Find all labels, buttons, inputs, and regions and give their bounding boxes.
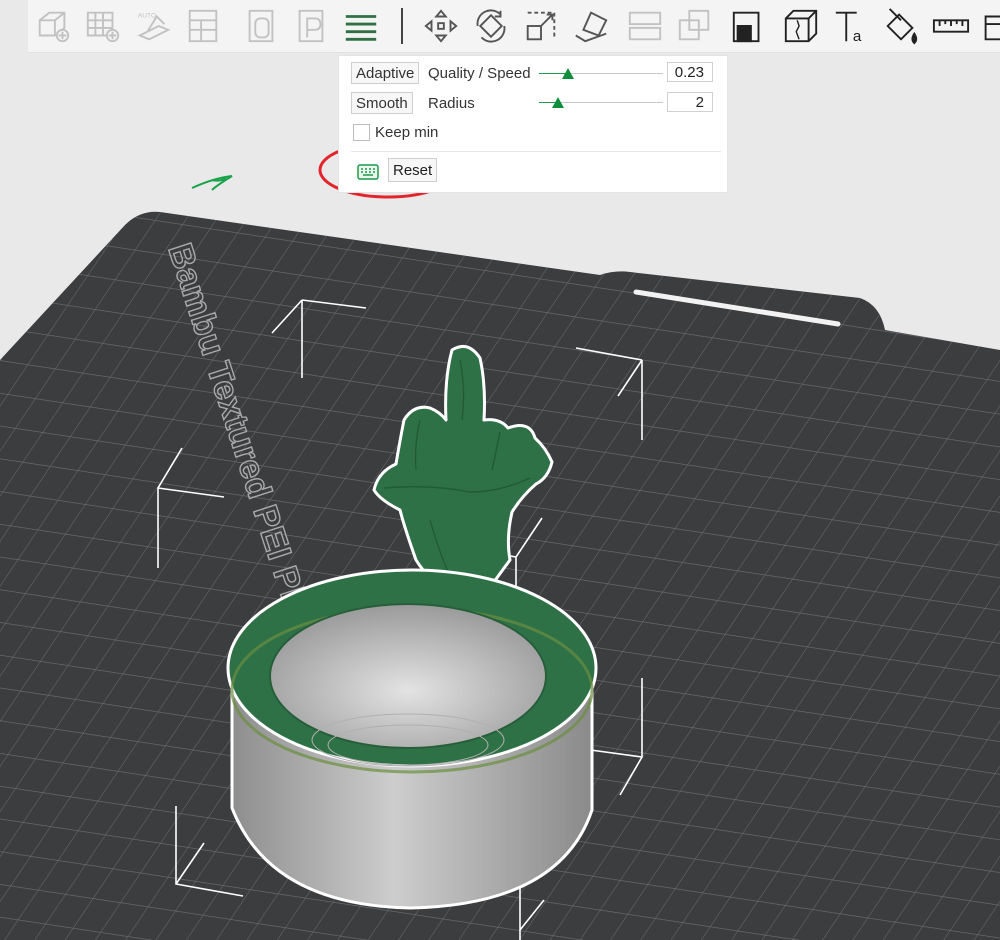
green-scribble xyxy=(191,175,233,191)
radius-value[interactable]: 2 xyxy=(667,92,713,112)
quality-speed-label: Quality / Speed xyxy=(428,65,531,82)
move-icon[interactable] xyxy=(420,4,462,48)
quality-speed-slider[interactable] xyxy=(539,68,663,80)
support-paint-icon[interactable] xyxy=(780,4,822,48)
text-icon[interactable]: a xyxy=(830,4,872,48)
keep-min-label: Keep min xyxy=(375,124,439,141)
ring-base xyxy=(226,568,598,910)
lay-on-face-icon[interactable] xyxy=(570,4,612,48)
add-cube-icon[interactable] xyxy=(32,4,74,48)
assembly-icon[interactable] xyxy=(976,4,1000,48)
arrange-icon[interactable] xyxy=(182,4,224,48)
measure-icon[interactable] xyxy=(930,4,972,48)
toolbar-separator xyxy=(401,8,403,44)
mesh-boolean-icon[interactable] xyxy=(674,4,716,48)
rotate-icon[interactable] xyxy=(470,4,512,48)
adaptive-button[interactable]: Adaptive xyxy=(351,62,420,84)
top-toolbar: AUTO a xyxy=(28,0,1000,53)
color-paint-icon[interactable] xyxy=(880,4,922,48)
scale-icon[interactable] xyxy=(520,4,562,48)
plate-zero-icon[interactable] xyxy=(240,4,282,48)
variable-layer-height-panel: Adaptive Quality / Speed 0.23 Smooth Rad… xyxy=(338,55,728,193)
keyboard-icon[interactable] xyxy=(357,164,379,180)
radius-slider-thumb[interactable] xyxy=(551,97,564,108)
radius-slider[interactable] xyxy=(539,97,663,109)
radius-label: Radius xyxy=(428,95,475,112)
svg-text:a: a xyxy=(853,28,862,45)
keep-min-checkbox[interactable] xyxy=(353,124,370,141)
split-icon[interactable] xyxy=(624,4,666,48)
quality-speed-value[interactable]: 0.23 xyxy=(667,62,713,82)
cut-icon[interactable] xyxy=(728,4,770,48)
smooth-button[interactable]: Smooth xyxy=(351,92,413,114)
plate-p-icon[interactable] xyxy=(290,4,332,48)
quality-speed-slider-thumb[interactable] xyxy=(561,68,574,79)
auto-orient-icon[interactable]: AUTO xyxy=(132,4,174,48)
svg-text:AUTO: AUTO xyxy=(138,12,156,19)
add-grid-icon[interactable] xyxy=(82,4,124,48)
reset-button[interactable]: Reset xyxy=(388,158,438,182)
variable-layer-height-icon[interactable] xyxy=(340,4,382,48)
panel-divider xyxy=(351,151,721,152)
